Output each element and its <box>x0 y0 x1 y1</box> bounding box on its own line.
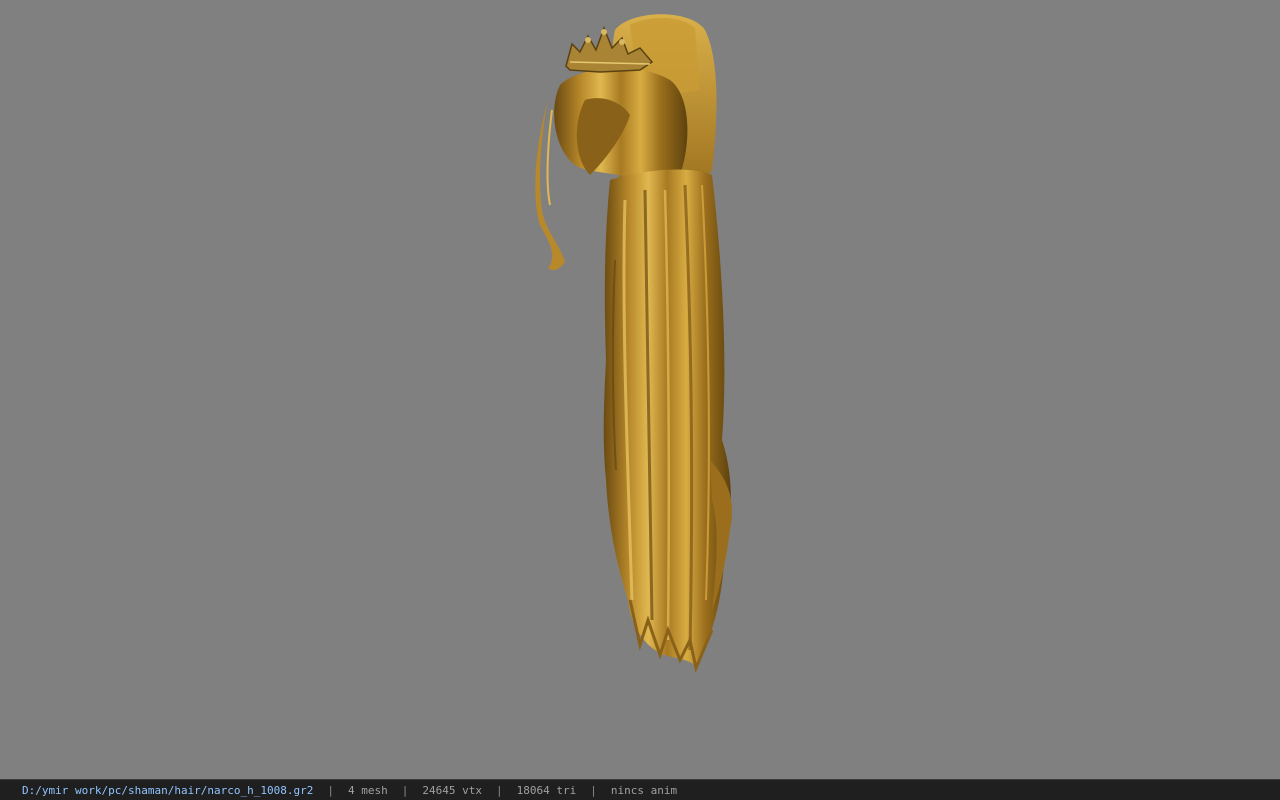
status-bar: D:/ymir work/pc/shaman/hair/narco_h_1008… <box>0 779 1280 800</box>
animation-status: nincs anim <box>610 783 678 797</box>
model-file-path: D:/ymir work/pc/shaman/hair/narco_h_1008… <box>22 783 314 797</box>
mesh-count: 4 mesh <box>348 783 388 797</box>
status-separator: | <box>590 783 597 797</box>
triangle-count: 18064 tri <box>516 783 577 797</box>
vertex-count: 24645 vtx <box>422 783 483 797</box>
status-separator: | <box>401 783 409 797</box>
status-separator: | <box>496 783 503 797</box>
hair-model-render <box>535 14 732 673</box>
hair-ponytail <box>603 169 731 673</box>
3d-viewport[interactable] <box>0 0 1280 779</box>
status-separator: | <box>327 783 335 797</box>
hair-front <box>554 68 688 185</box>
